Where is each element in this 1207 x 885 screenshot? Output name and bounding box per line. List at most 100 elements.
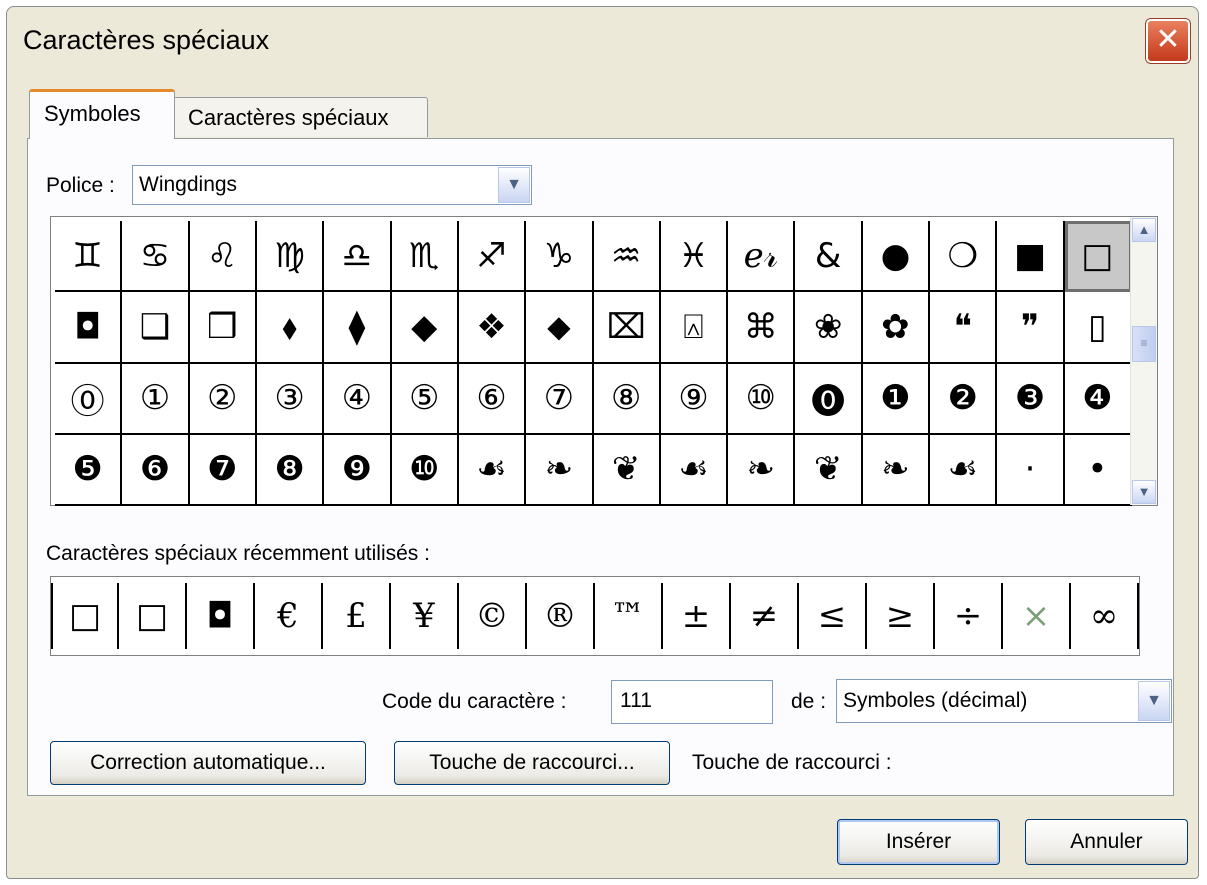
recent-character-cell[interactable]: ¥ <box>391 583 459 649</box>
tab-symbols[interactable]: Symboles <box>29 89 175 139</box>
symbol-cell[interactable]: ❒ <box>189 292 257 364</box>
symbol-cell[interactable]: ✿ <box>862 292 931 364</box>
recent-character-cell[interactable]: × <box>1003 583 1071 649</box>
symbol-cell[interactable]: ⓪ <box>55 363 123 435</box>
chevron-down-icon[interactable]: ▼ <box>498 167 530 203</box>
symbol-cell[interactable]: ❖ <box>458 292 527 364</box>
symbol-cell[interactable]: ■ <box>997 221 1065 293</box>
title-bar[interactable]: Caractères spéciaux ✕ <box>7 7 1198 73</box>
from-select[interactable]: Symboles (décimal) ▼ <box>836 679 1172 723</box>
symbol-cell[interactable]: ❺ <box>55 434 123 506</box>
symbol-cell[interactable]: ⑩ <box>728 363 796 435</box>
cancel-button[interactable]: Annuler <box>1025 819 1188 865</box>
recent-character-cell[interactable]: € <box>255 583 323 649</box>
symbol-cell[interactable]: ❾ <box>324 434 392 506</box>
symbol-cell[interactable]: ⑤ <box>391 363 459 435</box>
tab-special-characters[interactable]: Caractères spéciaux <box>173 97 428 137</box>
symbol-cell[interactable]: ❧ <box>728 434 796 506</box>
symbol-cell[interactable]: ❑ <box>122 292 190 364</box>
shortcut-key-button[interactable]: Touche de raccourci... <box>394 741 670 785</box>
symbol-cell[interactable]: ❧ <box>526 434 594 506</box>
symbol-cell[interactable]: ♐ <box>458 221 527 293</box>
recent-character-cell[interactable]: ≤ <box>799 583 867 649</box>
symbol-cell[interactable]: ● <box>862 221 931 293</box>
symbol-cell[interactable]: ⍓ <box>660 292 729 364</box>
symbol-cell[interactable]: ③ <box>256 363 325 435</box>
recent-character-cell[interactable]: ≥ <box>867 583 935 649</box>
symbol-cell[interactable]: ❼ <box>189 434 257 506</box>
symbol-cell[interactable]: ⬥ <box>526 292 594 364</box>
symbol-cell[interactable]: ◘ <box>55 292 123 364</box>
symbol-cell[interactable]: ⑧ <box>593 363 661 435</box>
symbol-cell[interactable]: ④ <box>324 363 392 435</box>
symbol-cell[interactable]: ❸ <box>997 363 1065 435</box>
symbol-cell[interactable]: ♊ <box>55 221 123 293</box>
symbol-cell[interactable]: ♋ <box>122 221 190 293</box>
recent-character-cell[interactable]: ® <box>527 583 595 649</box>
symbol-cell[interactable]: ♍ <box>256 221 325 293</box>
symbol-cell[interactable]: ❷ <box>930 363 998 435</box>
symbol-cell[interactable]: ♒ <box>593 221 661 293</box>
symbol-cell[interactable]: ⑨ <box>660 363 729 435</box>
recent-character-cell[interactable]: □ <box>119 583 187 649</box>
char-code-input[interactable]: 111 <box>611 680 773 724</box>
symbol-cell[interactable]: ♏ <box>391 221 459 293</box>
symbol-cell[interactable]: ☙ <box>930 434 998 506</box>
symbol-cell[interactable]: ② <box>189 363 257 435</box>
symbol-cell[interactable]: ❦ <box>795 434 863 506</box>
symbol-cell[interactable]: □ <box>1064 221 1132 293</box>
symbol-cell[interactable]: ⧫ <box>324 292 392 364</box>
scroll-up-icon[interactable]: ▲ <box>1132 218 1156 242</box>
symbol-cell[interactable]: ⌘ <box>728 292 796 364</box>
scroll-thumb[interactable]: ≡ <box>1132 326 1156 362</box>
symbol-cell[interactable]: ℯ𝓇 <box>728 221 796 293</box>
recent-character-cell[interactable]: ◘ <box>187 583 255 649</box>
recent-characters: □ □ ◘ € £ ¥ © ® ™ ± ≠ ≤ ≥ ÷ × ∞ <box>50 576 1140 656</box>
symbol-cell[interactable]: ① <box>122 363 190 435</box>
symbol-cell[interactable]: ⓿ <box>795 363 863 435</box>
symbol-cell[interactable]: · <box>997 434 1065 506</box>
symbol-scrollbar[interactable]: ▲ ≡ ▼ <box>1130 217 1157 505</box>
recent-character-cell[interactable]: ÷ <box>935 583 1003 649</box>
symbol-cell[interactable]: ❻ <box>122 434 190 506</box>
scroll-down-icon[interactable]: ▼ <box>1132 480 1156 504</box>
symbol-cell[interactable]: ❝ <box>930 292 998 364</box>
symbol-cell[interactable]: ☙ <box>660 434 729 506</box>
symbol-cell[interactable]: ♑ <box>526 221 594 293</box>
symbol-cell[interactable]: ❹ <box>1064 363 1132 435</box>
font-select[interactable]: Wingdings ▼ <box>132 165 532 205</box>
symbol-cell[interactable]: ▯ <box>1064 292 1132 364</box>
autocorrect-button[interactable]: Correction automatique... <box>50 741 366 785</box>
recent-character-cell[interactable]: £ <box>323 583 391 649</box>
symbol-cell[interactable]: ⬧ <box>256 292 325 364</box>
symbol-cell[interactable]: ♌ <box>189 221 257 293</box>
recent-character-cell[interactable]: □ <box>51 583 119 649</box>
symbol-cell[interactable]: ❀ <box>795 292 863 364</box>
chevron-down-icon[interactable]: ▼ <box>1138 681 1170 721</box>
close-icon[interactable]: ✕ <box>1146 19 1190 63</box>
symbol-cell[interactable]: ❦ <box>593 434 661 506</box>
symbol-cell[interactable]: ❿ <box>391 434 459 506</box>
recent-character-cell[interactable]: © <box>459 583 527 649</box>
window-title: Caractères spéciaux <box>23 25 270 55</box>
symbol-cell[interactable]: ❶ <box>862 363 931 435</box>
symbol-cell[interactable]: ❽ <box>256 434 325 506</box>
symbol-cell[interactable]: ◆ <box>391 292 459 364</box>
recent-character-cell[interactable]: ∞ <box>1071 583 1139 649</box>
symbol-cell[interactable]: • <box>1064 434 1132 506</box>
symbol-cell[interactable]: ❍ <box>930 221 998 293</box>
symbol-cell[interactable]: ♎ <box>324 221 392 293</box>
recent-character-cell[interactable]: ™ <box>595 583 663 649</box>
symbol-cell[interactable]: & <box>795 221 863 293</box>
insert-button[interactable]: Insérer <box>837 819 1000 865</box>
special-characters-dialog: Caractères spéciaux ✕ Symboles Caractère… <box>6 6 1199 879</box>
recent-character-cell[interactable]: ± <box>663 583 731 649</box>
symbol-cell[interactable]: ⑥ <box>458 363 527 435</box>
symbol-cell[interactable]: ☙ <box>458 434 527 506</box>
symbol-cell[interactable]: ⑦ <box>526 363 594 435</box>
symbol-cell[interactable]: ⌧ <box>593 292 661 364</box>
recent-character-cell[interactable]: ≠ <box>731 583 799 649</box>
symbol-cell[interactable]: ❧ <box>862 434 931 506</box>
symbol-cell[interactable]: ♓ <box>660 221 729 293</box>
symbol-cell[interactable]: ❞ <box>997 292 1065 364</box>
